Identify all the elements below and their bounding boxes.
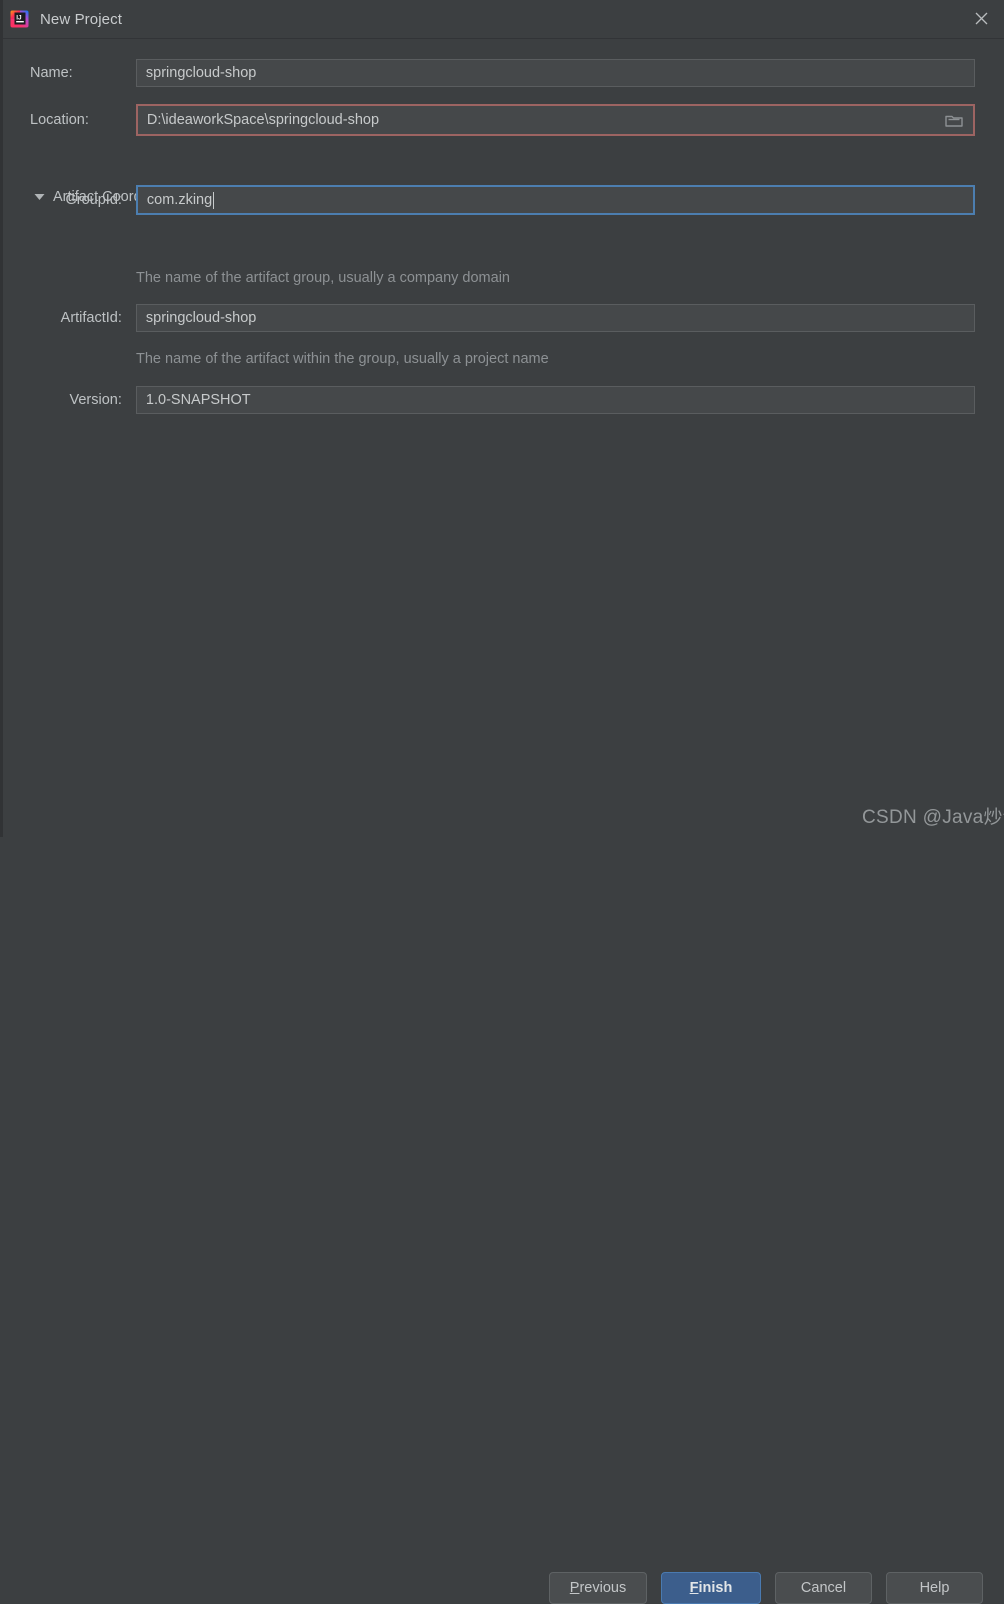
dialog-title: New Project [40, 10, 122, 28]
name-input[interactable]: springcloud-shop [135, 59, 975, 87]
window-left-edge [0, 0, 3, 837]
group-id-input-value: com.zking [146, 192, 213, 208]
name-input-value: springcloud-shop [145, 65, 257, 81]
previous-button-label: Previous [570, 1580, 626, 1596]
cancel-button[interactable]: Cancel [775, 1572, 872, 1604]
version-input-value: 1.0-SNAPSHOT [145, 392, 251, 408]
dialog-titlebar: IJ New Project [0, 0, 1004, 39]
help-button[interactable]: Help [886, 1572, 983, 1604]
intellij-idea-icon: IJ [10, 9, 30, 29]
previous-rest: revious [579, 1580, 627, 1596]
finish-button[interactable]: Finish [661, 1572, 761, 1604]
help-button-label: Help [919, 1580, 950, 1596]
previous-mnemonic: P [569, 1580, 580, 1596]
artifact-id-input[interactable]: springcloud-shop [135, 304, 975, 332]
location-label: Location: [30, 112, 89, 128]
location-input[interactable]: D:\ideaworkSpace\springcloud-shop [135, 104, 975, 136]
location-input-value: D:\ideaworkSpace\springcloud-shop [146, 112, 380, 128]
artifact-id-row: ArtifactId: springcloud-shop [30, 304, 975, 332]
cancel-button-label: Cancel [800, 1580, 847, 1596]
close-icon[interactable] [958, 0, 1004, 37]
location-row: Location: D:\ideaworkSpace\springcloud-s… [30, 104, 975, 136]
finish-button-label: Finish [690, 1580, 733, 1596]
folder-icon[interactable] [945, 112, 963, 128]
version-row: Version: 1.0-SNAPSHOT [30, 386, 975, 414]
group-id-hint: The name of the artifact group, usually … [136, 270, 510, 286]
version-label: Version: [69, 392, 122, 408]
artifact-id-label: ArtifactId: [60, 310, 122, 326]
artifact-id-hint: The name of the artifact within the grou… [136, 351, 549, 367]
previous-button[interactable]: Previous [549, 1572, 647, 1604]
name-row: Name: springcloud-shop [30, 59, 975, 87]
group-id-label: GroupId: [65, 192, 122, 208]
group-id-input[interactable]: com.zking [135, 185, 975, 215]
finish-mnemonic: F [689, 1580, 699, 1596]
dialog-content: Name: springcloud-shop Location: D:\idea… [0, 39, 1004, 837]
artifact-id-input-value: springcloud-shop [145, 310, 257, 326]
text-caret [213, 191, 215, 209]
group-id-row: GroupId: com.zking [30, 185, 975, 215]
dialog-button-bar: Previous Finish Cancel Help [0, 780, 1004, 1604]
name-label: Name: [30, 65, 73, 81]
svg-text:IJ: IJ [16, 15, 22, 22]
finish-rest: inish [698, 1580, 733, 1596]
version-input[interactable]: 1.0-SNAPSHOT [135, 386, 975, 414]
new-project-dialog: IJ New Project Name: springcloud-shop Lo… [0, 0, 1004, 1604]
